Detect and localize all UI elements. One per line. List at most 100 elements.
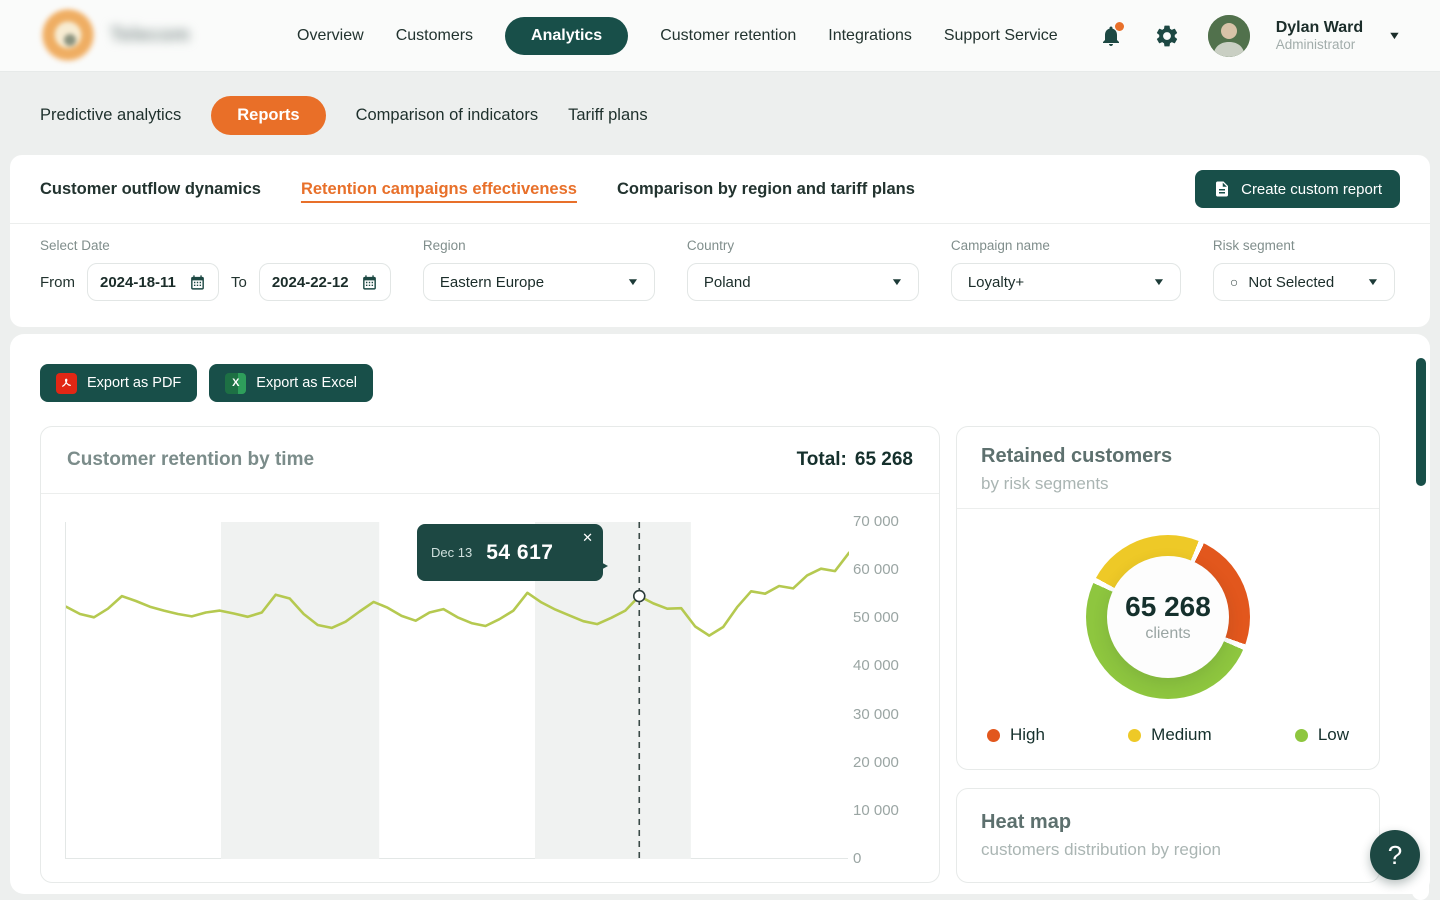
analytics-tabs: Predictive analytics Reports Comparison of… <box>0 72 1440 155</box>
top-navbar: Telecom Overview Customers Analytics Custom… <box>0 0 1440 72</box>
user-role: Administrator <box>1276 37 1363 53</box>
calendar-icon <box>361 274 378 291</box>
avatar[interactable] <box>1208 15 1250 57</box>
tab-comparison-of-indicators[interactable]: Comparison of indicators <box>356 106 539 125</box>
nav-item-customer-retention[interactable]: Customer retention <box>660 17 796 55</box>
nav-item-analytics[interactable]: Analytics <box>505 17 628 55</box>
question-mark-icon: ? <box>1388 840 1402 871</box>
report-tab-retention-campaigns-effectiveness[interactable]: Retention campaigns effectiveness <box>301 180 577 199</box>
y-axis-tick: 40 000 <box>853 657 923 674</box>
risk-donut-chart[interactable]: 65 268 clients <box>1086 535 1250 699</box>
legend-item-high: High <box>987 725 1045 745</box>
campaign-filter-label: Campaign name <box>951 238 1181 253</box>
retained-customers-card: Retained customers by risk segments 65 2… <box>956 426 1380 770</box>
legend-dot <box>1128 729 1141 742</box>
close-icon[interactable]: ✕ <box>582 530 593 546</box>
filters-row: Select Date From 2024-18-11 To 2024-22-1… <box>10 224 1430 327</box>
nav-item-support-service[interactable]: Support Service <box>944 17 1058 55</box>
date-to-input[interactable]: 2024-22-12 <box>259 263 391 301</box>
y-axis-tick: 70 000 <box>853 513 923 530</box>
tab-tariff-plans[interactable]: Tariff plans <box>568 106 648 125</box>
legend-item-medium: Medium <box>1128 725 1211 745</box>
donut-legend: High Medium Low <box>957 699 1379 769</box>
notifications-button[interactable] <box>1096 21 1126 51</box>
total-label: Total: <box>797 449 847 471</box>
scrollbar-thumb[interactable] <box>1416 358 1426 486</box>
pdf-icon <box>56 373 77 394</box>
heat-map-title: Heat map <box>981 811 1355 834</box>
region-filter-label: Region <box>423 238 655 253</box>
region-select[interactable]: Eastern Europe ▼ <box>423 263 655 301</box>
brand-logo-icon <box>40 8 96 64</box>
selected-point-marker <box>634 591 645 602</box>
country-filter: Country Poland ▼ <box>687 238 919 301</box>
to-label: To <box>231 274 247 291</box>
date-from-input[interactable]: 2024-18-11 <box>87 263 219 301</box>
report-section: Customer outflow dynamics Retention campa… <box>10 155 1430 327</box>
campaign-filter: Campaign name Loyalty+ ▼ <box>951 238 1181 301</box>
from-label: From <box>40 274 75 291</box>
document-icon <box>1213 180 1231 198</box>
risk-select[interactable]: ○ Not Selected ▼ <box>1213 263 1395 301</box>
campaign-select[interactable]: Loyalty+ ▼ <box>951 263 1181 301</box>
user-name: Dylan Ward <box>1276 18 1363 37</box>
retention-chart-total: Total: 65 268 <box>797 449 913 471</box>
tab-predictive-analytics[interactable]: Predictive analytics <box>40 106 181 125</box>
risk-filter-label: Risk segment <box>1213 238 1395 253</box>
line-chart-area: Dec 13 54 617 ✕ 0 10 000 20 000 30 000 40 00… <box>41 494 939 874</box>
settings-button[interactable] <box>1152 21 1182 51</box>
retention-chart-title: Customer retention by time <box>67 449 314 471</box>
nav-item-customers[interactable]: Customers <box>396 17 473 55</box>
report-tab-comparison-by-region-and-tariff-plans[interactable]: Comparison by region and tariff plans <box>617 180 915 199</box>
y-axis-tick: 60 000 <box>853 561 923 578</box>
y-axis-tick: 50 000 <box>853 609 923 626</box>
legend-label: Low <box>1318 725 1349 745</box>
date-from-value: 2024-18-11 <box>100 274 176 291</box>
legend-label: High <box>1010 725 1045 745</box>
y-axis-tick: 20 000 <box>853 754 923 771</box>
nav-item-overview[interactable]: Overview <box>297 17 364 55</box>
retained-customers-title: Retained customers <box>981 445 1355 468</box>
user-info: Dylan Ward Administrator <box>1276 18 1363 53</box>
create-custom-report-label: Create custom report <box>1241 181 1382 198</box>
header-actions: Dylan Ward Administrator ▼ <box>1096 15 1400 57</box>
chevron-down-icon: ▼ <box>1366 277 1380 288</box>
brand: Telecom <box>40 8 255 64</box>
date-filter: Select Date From 2024-18-11 To 2024-22-1… <box>40 238 391 301</box>
legend-dot <box>1295 729 1308 742</box>
report-tab-customer-outflow-dynamics[interactable]: Customer outflow dynamics <box>40 180 261 199</box>
excel-icon: X <box>225 373 246 394</box>
y-axis-tick: 0 <box>853 850 923 867</box>
export-pdf-label: Export as PDF <box>87 375 181 391</box>
notification-badge <box>1115 22 1124 31</box>
country-select[interactable]: Poland ▼ <box>687 263 919 301</box>
risk-filter: Risk segment ○ Not Selected ▼ <box>1213 238 1395 301</box>
export-excel-button[interactable]: X Export as Excel <box>209 364 373 402</box>
campaign-select-value: Loyalty+ <box>968 274 1024 291</box>
scrollbar-track[interactable] <box>1412 348 1429 900</box>
nav-item-integrations[interactable]: Integrations <box>828 17 912 55</box>
legend-label: Medium <box>1151 725 1211 745</box>
legend-dot <box>987 729 1000 742</box>
main-nav: Overview Customers Analytics Customer reten… <box>297 17 1058 55</box>
tooltip-date: Dec 13 <box>431 545 472 560</box>
date-filter-label: Select Date <box>40 238 391 253</box>
heat-map-subtitle: customers distribution by region <box>981 840 1355 860</box>
help-button[interactable]: ? <box>1370 830 1420 880</box>
donut-center-label: clients <box>1145 625 1190 643</box>
report-tabs: Customer outflow dynamics Retention campa… <box>10 155 1430 223</box>
export-pdf-button[interactable]: Export as PDF <box>40 364 197 402</box>
export-buttons: Export as PDF X Export as Excel <box>40 364 1400 402</box>
brand-name: Telecom <box>110 24 190 47</box>
date-to-value: 2024-22-12 <box>272 274 349 291</box>
user-menu-chevron-down-icon[interactable]: ▼ <box>1387 30 1401 42</box>
country-select-value: Poland <box>704 274 751 291</box>
chart-tooltip: Dec 13 54 617 ✕ <box>417 524 603 581</box>
tab-reports[interactable]: Reports <box>211 96 325 135</box>
create-custom-report-button[interactable]: Create custom report <box>1195 170 1400 208</box>
y-axis-tick: 30 000 <box>853 706 923 723</box>
tooltip-value: 54 617 <box>486 541 553 565</box>
y-axis-tick: 10 000 <box>853 802 923 819</box>
main-content: Export as PDF X Export as Excel Customer… <box>10 334 1430 894</box>
heat-map-card: Heat map customers distribution by regio… <box>956 788 1380 883</box>
